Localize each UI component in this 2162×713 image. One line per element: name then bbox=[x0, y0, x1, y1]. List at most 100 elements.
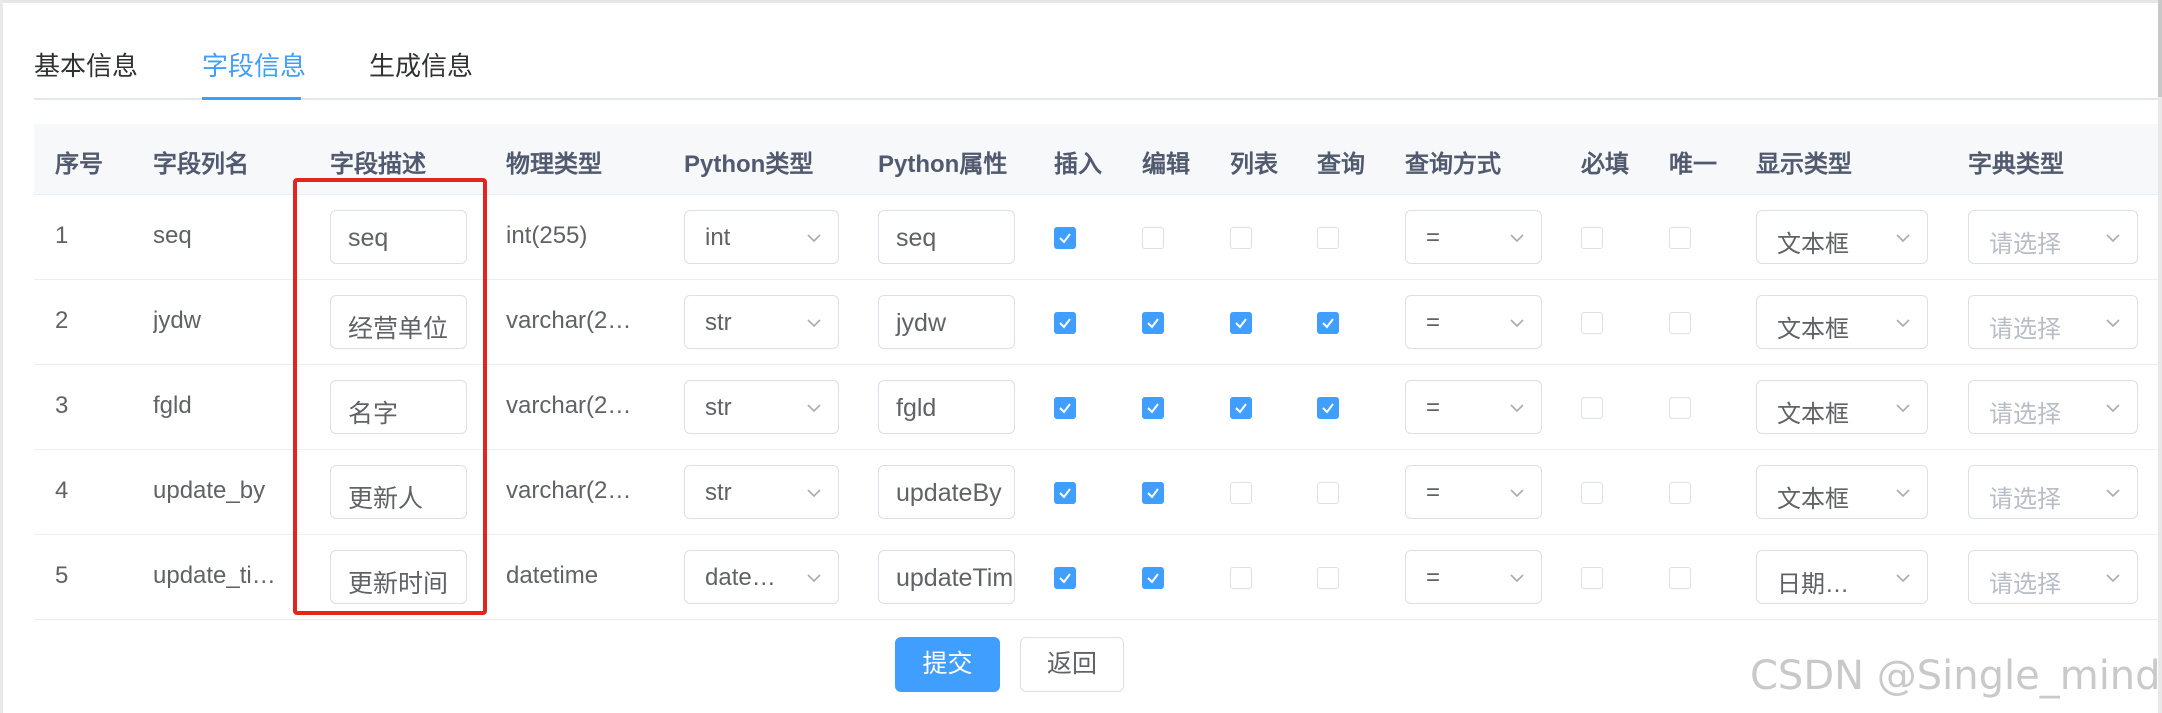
description-input-value: 更新人 bbox=[348, 485, 424, 513]
insert-checkbox[interactable] bbox=[1054, 312, 1076, 334]
insert-checkbox[interactable] bbox=[1054, 482, 1076, 504]
python-type-select[interactable]: str bbox=[684, 465, 839, 519]
python-attr-input[interactable]: updateBy bbox=[878, 465, 1015, 519]
left-border bbox=[0, 0, 3, 713]
row-index: 3 bbox=[55, 392, 69, 419]
dict-type-select[interactable]: 请选择 bbox=[1968, 465, 2138, 519]
insert-checkbox[interactable] bbox=[1054, 567, 1076, 589]
query-method-select[interactable]: = bbox=[1405, 380, 1542, 434]
python-attr-input-value: jydw bbox=[896, 309, 947, 337]
query-checkbox[interactable] bbox=[1317, 312, 1339, 334]
list-checkbox[interactable] bbox=[1230, 482, 1252, 504]
chevron-down-icon bbox=[1509, 485, 1525, 501]
unique-checkbox[interactable] bbox=[1669, 227, 1691, 249]
column-header-display-type: 显示类型 bbox=[1756, 151, 1852, 178]
display-type-select[interactable]: 日期… bbox=[1756, 550, 1928, 604]
edit-checkbox[interactable] bbox=[1142, 227, 1164, 249]
list-checkbox[interactable] bbox=[1230, 227, 1252, 249]
chevron-down-icon bbox=[806, 315, 822, 331]
unique-checkbox[interactable] bbox=[1669, 567, 1691, 589]
insert-checkbox[interactable] bbox=[1054, 227, 1076, 249]
required-checkbox[interactable] bbox=[1581, 482, 1603, 504]
python-attr-input[interactable]: jydw bbox=[878, 295, 1015, 349]
tab-generate-info[interactable]: 生成信息 bbox=[369, 46, 473, 83]
row-index: 4 bbox=[55, 477, 69, 504]
column-header-query-method: 查询方式 bbox=[1405, 151, 1501, 178]
column-header-unique: 唯一 bbox=[1669, 151, 1717, 178]
query-method-select-value: = bbox=[1426, 564, 1441, 591]
dict-type-select[interactable]: 请选择 bbox=[1968, 210, 2138, 264]
list-checkbox[interactable] bbox=[1230, 397, 1252, 419]
display-type-select[interactable]: 文本框 bbox=[1756, 465, 1928, 519]
query-checkbox[interactable] bbox=[1317, 567, 1339, 589]
dict-type-select[interactable]: 请选择 bbox=[1968, 380, 2138, 434]
physical-type-cell: datetime bbox=[506, 562, 599, 589]
chevron-down-icon bbox=[1509, 230, 1525, 246]
list-checkbox[interactable] bbox=[1230, 312, 1252, 334]
chevron-down-icon bbox=[2105, 400, 2121, 416]
column-header-query: 查询 bbox=[1317, 151, 1365, 178]
physical-type-cell: varchar(2… bbox=[506, 477, 632, 504]
display-type-select-value: 文本框 bbox=[1777, 486, 1849, 513]
description-input-value: 名字 bbox=[348, 400, 399, 428]
physical-type-cell: varchar(2… bbox=[506, 307, 632, 334]
query-checkbox[interactable] bbox=[1317, 482, 1339, 504]
physical-type-cell: int(255) bbox=[506, 222, 588, 249]
list-checkbox[interactable] bbox=[1230, 567, 1252, 589]
description-input[interactable]: seq bbox=[330, 210, 467, 264]
dict-type-select[interactable]: 请选择 bbox=[1968, 550, 2138, 604]
chevron-down-icon bbox=[1895, 400, 1911, 416]
query-method-select[interactable]: = bbox=[1405, 465, 1542, 519]
query-method-select[interactable]: = bbox=[1405, 550, 1542, 604]
tab-basic-info[interactable]: 基本信息 bbox=[34, 46, 138, 83]
description-input[interactable]: 更新时间 bbox=[330, 550, 467, 604]
edit-checkbox[interactable] bbox=[1142, 397, 1164, 419]
query-method-select[interactable]: = bbox=[1405, 295, 1542, 349]
column-header-python-attr: Python属性 bbox=[878, 151, 1008, 178]
python-type-select[interactable]: str bbox=[684, 295, 839, 349]
unique-checkbox[interactable] bbox=[1669, 482, 1691, 504]
query-checkbox[interactable] bbox=[1317, 227, 1339, 249]
python-type-select[interactable]: int bbox=[684, 210, 839, 264]
dict-type-select[interactable]: 请选择 bbox=[1968, 295, 2138, 349]
description-input-value: 更新时间 bbox=[348, 570, 449, 598]
vertical-scrollbar[interactable] bbox=[2158, 0, 2162, 713]
tab-field-info[interactable]: 字段信息 bbox=[202, 46, 306, 83]
column-header-column-name: 字段列名 bbox=[153, 151, 249, 178]
display-type-select[interactable]: 文本框 bbox=[1756, 295, 1928, 349]
required-checkbox[interactable] bbox=[1581, 397, 1603, 419]
column-header-python-type: Python类型 bbox=[684, 151, 814, 178]
dict-type-select-value: 请选择 bbox=[1989, 571, 2061, 598]
insert-checkbox[interactable] bbox=[1054, 397, 1076, 419]
display-type-select[interactable]: 文本框 bbox=[1756, 210, 1928, 264]
display-type-select-value: 文本框 bbox=[1777, 231, 1849, 258]
unique-checkbox[interactable] bbox=[1669, 397, 1691, 419]
python-attr-input[interactable]: fgld bbox=[878, 380, 1015, 434]
python-type-select[interactable]: date… bbox=[684, 550, 839, 604]
edit-checkbox[interactable] bbox=[1142, 482, 1164, 504]
chevron-down-icon bbox=[1509, 315, 1525, 331]
scrollbar-thumb[interactable] bbox=[2158, 0, 2162, 97]
required-checkbox[interactable] bbox=[1581, 312, 1603, 334]
edit-checkbox[interactable] bbox=[1142, 312, 1164, 334]
description-input[interactable]: 名字 bbox=[330, 380, 467, 434]
display-type-select[interactable]: 文本框 bbox=[1756, 380, 1928, 434]
query-checkbox[interactable] bbox=[1317, 397, 1339, 419]
required-checkbox[interactable] bbox=[1581, 567, 1603, 589]
required-checkbox[interactable] bbox=[1581, 227, 1603, 249]
column-header-required: 必填 bbox=[1581, 151, 1629, 178]
physical-type-cell: varchar(2… bbox=[506, 392, 632, 419]
unique-checkbox[interactable] bbox=[1669, 312, 1691, 334]
python-type-select-value: date… bbox=[705, 564, 776, 591]
python-attr-input-value: updateTime bbox=[896, 564, 1015, 592]
python-attr-input[interactable]: updateTime bbox=[878, 550, 1015, 604]
edit-checkbox[interactable] bbox=[1142, 567, 1164, 589]
back-button[interactable]: 返回 bbox=[1020, 637, 1124, 692]
python-type-select[interactable]: str bbox=[684, 380, 839, 434]
description-input[interactable]: 更新人 bbox=[330, 465, 467, 519]
submit-button[interactable]: 提交 bbox=[895, 637, 1000, 692]
python-attr-input-value: fgld bbox=[896, 394, 937, 422]
query-method-select[interactable]: = bbox=[1405, 210, 1542, 264]
description-input[interactable]: 经营单位 bbox=[330, 295, 467, 349]
python-attr-input[interactable]: seq bbox=[878, 210, 1015, 264]
